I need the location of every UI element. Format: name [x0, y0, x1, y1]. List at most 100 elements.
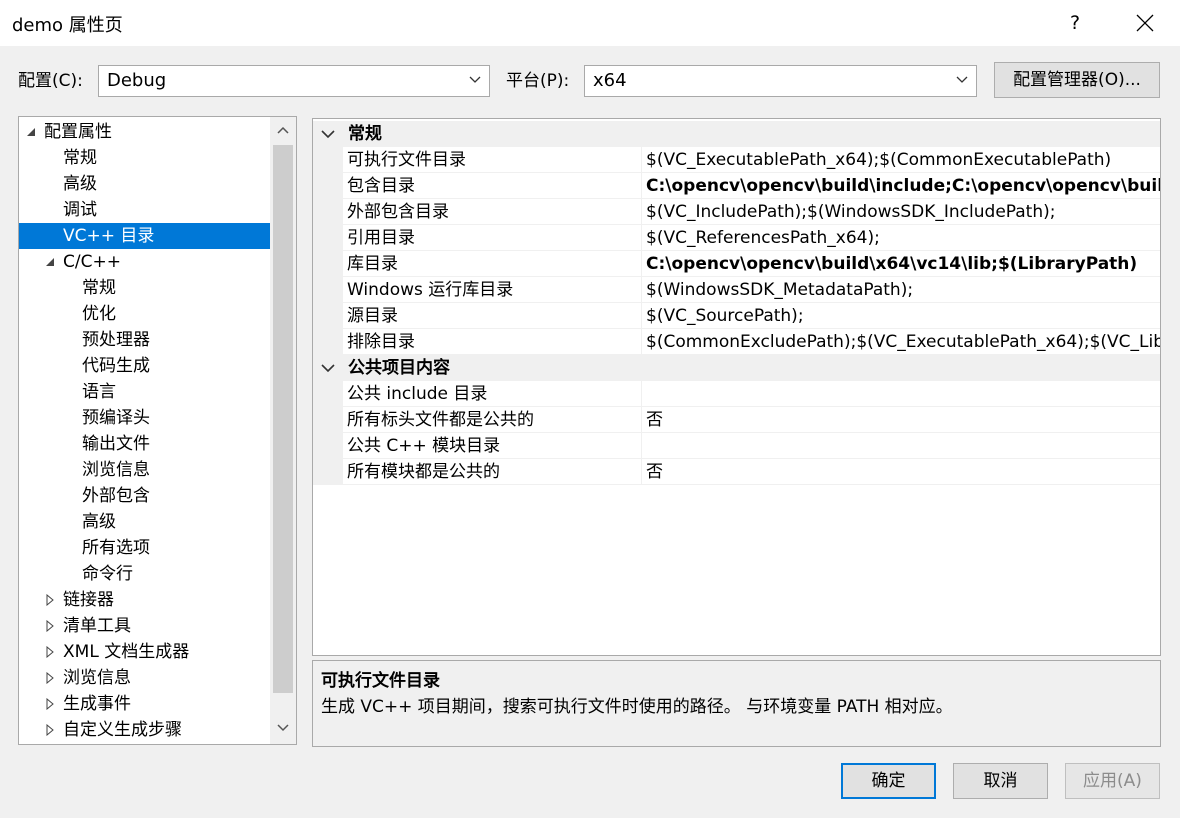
- property-name[interactable]: Windows 运行库目录: [343, 277, 641, 303]
- scroll-up-icon[interactable]: [277, 126, 289, 134]
- property-row[interactable]: 库目录 C:\opencv\opencv\build\x64\vc14\lib;$…: [313, 251, 1160, 277]
- tree-item[interactable]: 预处理器: [19, 327, 270, 353]
- tree-item[interactable]: VC++ 目录: [19, 223, 270, 249]
- property-value[interactable]: C:\opencv\opencv\build\x64\vc14\lib;$(Li…: [641, 251, 1160, 277]
- property-name[interactable]: 包含目录: [343, 173, 641, 199]
- tree-scrollbar[interactable]: [270, 117, 296, 744]
- tree-item[interactable]: 常规: [19, 275, 270, 301]
- property-row[interactable]: 排除目录 $(CommonExcludePath);$(VC_Executable…: [313, 329, 1160, 355]
- property-value[interactable]: $(WindowsSDK_MetadataPath);: [641, 277, 1160, 303]
- property-row[interactable]: 可执行文件目录 $(VC_ExecutablePath_x64);$(Common…: [313, 147, 1160, 173]
- config-value: Debug: [107, 70, 167, 91]
- property-row[interactable]: 所有模块都是公共的否: [313, 459, 1160, 485]
- tree-item[interactable]: 清单工具: [19, 613, 270, 639]
- tree-item-label: 预编译头: [82, 408, 150, 428]
- tree-item[interactable]: 所有选项: [19, 535, 270, 561]
- property-name[interactable]: 公共 include 目录: [343, 381, 641, 407]
- property-name[interactable]: 所有模块都是公共的: [343, 459, 641, 485]
- property-value[interactable]: [641, 433, 1160, 459]
- property-value[interactable]: $(CommonExcludePath);$(VC_ExecutablePath…: [641, 329, 1160, 355]
- scrollbar-thumb[interactable]: [273, 145, 293, 693]
- property-row[interactable]: 引用目录 $(VC_ReferencesPath_x64);: [313, 225, 1160, 251]
- property-value[interactable]: $(VC_IncludePath);$(WindowsSDK_IncludePa…: [641, 199, 1160, 225]
- tree-item[interactable]: 浏览信息: [19, 457, 270, 483]
- property-value[interactable]: $(VC_ExecutablePath_x64);$(CommonExecuta…: [641, 147, 1160, 173]
- tree-item[interactable]: 优化: [19, 301, 270, 327]
- expanded-arrow-icon[interactable]: [25, 126, 37, 138]
- category-header[interactable]: 常规: [313, 121, 1160, 147]
- chevron-down-icon: [469, 76, 481, 83]
- property-value[interactable]: C:\opencv\opencv\build\include;C:\opencv…: [641, 173, 1160, 199]
- expanded-arrow-icon[interactable]: [44, 256, 56, 268]
- tree-item[interactable]: 语言: [19, 379, 270, 405]
- apply-button[interactable]: 应用(A): [1065, 763, 1160, 799]
- ok-button[interactable]: 确定: [841, 763, 936, 799]
- category-label: 常规: [348, 124, 382, 144]
- scroll-down-icon[interactable]: [277, 724, 289, 732]
- tree-item[interactable]: 预编译头: [19, 405, 270, 431]
- property-value[interactable]: $(VC_ReferencesPath_x64);: [641, 225, 1160, 251]
- property-name[interactable]: 公共 C++ 模块目录: [343, 433, 641, 459]
- tree-item-label: 自定义生成步骤: [63, 720, 182, 740]
- tree-item[interactable]: 外部包含: [19, 483, 270, 509]
- tree-item[interactable]: 生成事件: [19, 691, 270, 717]
- tree-item-label: 代码生成: [82, 356, 150, 376]
- property-name[interactable]: 源目录: [343, 303, 641, 329]
- tree-item[interactable]: 输出文件: [19, 431, 270, 457]
- tree-item-label: 浏览信息: [82, 460, 150, 480]
- property-row[interactable]: 源目录 $(VC_SourcePath);: [313, 303, 1160, 329]
- property-name[interactable]: 所有标头文件都是公共的: [343, 407, 641, 433]
- collapsed-arrow-icon[interactable]: [44, 698, 56, 710]
- property-value[interactable]: [641, 381, 1160, 407]
- tree-item[interactable]: 高级: [19, 171, 270, 197]
- title-bar: [0, 0, 1180, 46]
- property-name[interactable]: 引用目录: [343, 225, 641, 251]
- tree-item-label: 浏览信息: [63, 668, 131, 688]
- tree-item[interactable]: 代码生成: [19, 353, 270, 379]
- tree-item[interactable]: 高级: [19, 509, 270, 535]
- property-value[interactable]: 否: [641, 459, 1160, 485]
- property-name[interactable]: 排除目录: [343, 329, 641, 355]
- collapsed-arrow-icon[interactable]: [44, 672, 56, 684]
- property-row[interactable]: 外部包含目录 $(VC_IncludePath);$(WindowsSDK_Inc…: [313, 199, 1160, 225]
- property-row[interactable]: 包含目录 C:\opencv\opencv\build\include;C:\op…: [313, 173, 1160, 199]
- tree-item[interactable]: 常规: [19, 145, 270, 171]
- tree-item[interactable]: XML 文档生成器: [19, 639, 270, 665]
- collapsed-arrow-icon[interactable]: [44, 724, 56, 736]
- row-gutter: [313, 251, 343, 277]
- collapsed-arrow-icon[interactable]: [44, 620, 56, 632]
- property-name[interactable]: 库目录: [343, 251, 641, 277]
- property-row[interactable]: Windows 运行库目录 $(WindowsSDK_MetadataPath);: [313, 277, 1160, 303]
- property-value[interactable]: 否: [641, 407, 1160, 433]
- close-button[interactable]: [1124, 6, 1166, 40]
- tree-item-label: 调试: [63, 200, 97, 220]
- property-value[interactable]: $(VC_SourcePath);: [641, 303, 1160, 329]
- collapsed-arrow-icon[interactable]: [44, 594, 56, 606]
- description-text: 生成 VC++ 项目期间，搜索可执行文件时使用的路径。 与环境变量 PATH 相…: [321, 697, 953, 717]
- property-name[interactable]: 可执行文件目录: [343, 147, 641, 173]
- help-button[interactable]: ?: [1058, 6, 1092, 40]
- property-row[interactable]: 公共 C++ 模块目录: [313, 433, 1160, 459]
- tree-item[interactable]: 浏览信息: [19, 665, 270, 691]
- tree-item[interactable]: 链接器: [19, 587, 270, 613]
- tree-item[interactable]: 命令行: [19, 561, 270, 587]
- tree-item[interactable]: C/C++: [19, 249, 270, 275]
- category-label: 公共项目内容: [348, 358, 450, 378]
- tree-item-label: 常规: [63, 148, 97, 168]
- tree-item[interactable]: 自定义生成步骤: [19, 717, 270, 743]
- collapsed-arrow-icon[interactable]: [44, 646, 56, 658]
- tree-item[interactable]: 调试: [19, 197, 270, 223]
- category-header[interactable]: 公共项目内容: [313, 355, 1160, 381]
- property-name[interactable]: 外部包含目录: [343, 199, 641, 225]
- configuration-manager-button[interactable]: 配置管理器(O)...: [994, 62, 1160, 98]
- description-title: 可执行文件目录: [321, 671, 440, 691]
- chevron-down-icon[interactable]: [321, 129, 335, 139]
- cancel-button[interactable]: 取消: [953, 763, 1048, 799]
- config-dropdown[interactable]: Debug: [98, 65, 490, 97]
- platform-dropdown[interactable]: x64: [584, 65, 977, 97]
- chevron-down-icon: [956, 76, 968, 83]
- chevron-down-icon[interactable]: [321, 363, 335, 373]
- property-row[interactable]: 公共 include 目录: [313, 381, 1160, 407]
- property-row[interactable]: 所有标头文件都是公共的否: [313, 407, 1160, 433]
- tree-item[interactable]: 配置属性: [19, 119, 270, 145]
